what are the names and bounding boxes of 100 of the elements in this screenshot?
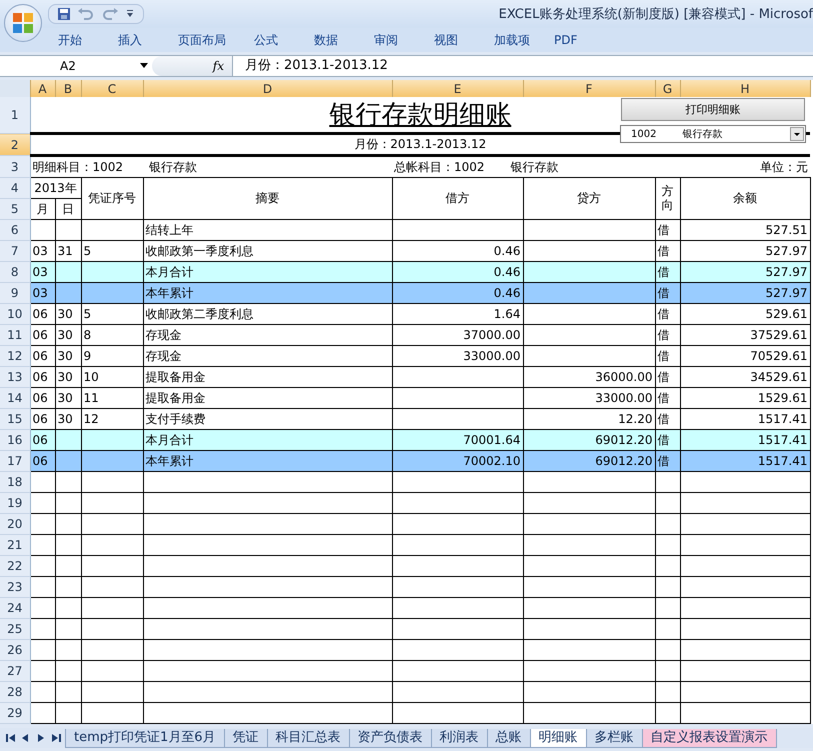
insert-function-button[interactable]: fx [212,59,224,73]
table-cell: 0.46 [494,265,520,279]
table-cell: 06 [32,391,48,405]
table-cell: 06 [32,412,48,426]
table-cell: 70001.64 [463,433,520,447]
general-account-label: 总帐科目：1002 [394,160,485,174]
column-header[interactable]: G [655,80,680,97]
row-header[interactable]: 4 [0,178,30,198]
formula-field[interactable]: 月份：2013.1-2013.12 [232,56,813,76]
row-header[interactable]: 9 [0,282,30,304]
column-header[interactable]: E [392,80,523,97]
header-cell: 摘要 [143,178,392,220]
row-header[interactable]: 13 [0,366,30,388]
ribbon-tab[interactable]: 插入 [118,32,178,48]
row-header[interactable]: 6 [0,220,30,240]
table-cell: 70002.10 [463,454,520,468]
sheet-tab[interactable]: temp打印凭证1月至6月 [65,728,225,748]
row-header[interactable]: 2 [0,134,30,156]
column-header[interactable]: F [523,80,655,97]
sheet-tab[interactable]: 科目汇总表 [266,728,350,748]
row-header[interactable]: 22 [0,556,30,576]
table-cell: 31 [58,244,73,258]
row-header[interactable]: 1 [0,97,30,134]
name-box[interactable]: A2 [0,56,152,76]
row-header[interactable]: 25 [0,618,30,640]
table-cell: 借 [658,286,670,300]
row-header[interactable]: 5 [0,198,30,220]
row-header[interactable]: 20 [0,514,30,534]
table-cell: 527.97 [766,244,808,258]
account-dropdown[interactable]: 1002 银行存款 [620,125,806,143]
ribbon-tab[interactable]: 页面布局 [178,32,254,48]
row-header[interactable]: 23 [0,576,30,598]
column-header[interactable]: C [81,80,143,97]
row-header[interactable]: 10 [0,304,30,324]
row-header[interactable]: 26 [0,640,30,660]
ribbon-tab[interactable]: 视图 [434,32,494,48]
row-header[interactable]: 16 [0,430,30,450]
row-header[interactable]: 21 [0,534,30,556]
table-cell: 9 [84,349,92,363]
table-cell: 5 [84,244,92,258]
table-cell: 10 [84,370,99,384]
row-header[interactable]: 11 [0,324,30,346]
row-header[interactable]: 18 [0,472,30,492]
save-icon[interactable] [57,7,71,21]
sheet-tab[interactable]: 总账 [486,728,531,748]
row-header[interactable]: 17 [0,450,30,472]
table-cell: 33000.00 [595,391,652,405]
row-header[interactable]: 24 [0,598,30,618]
row-header[interactable]: 28 [0,682,30,702]
header-cell: 余额 [680,178,810,220]
table-cell: 提取备用金 [146,390,206,404]
sheet-tab[interactable]: 明细账 [530,728,587,748]
table-cell: 1517.41 [758,433,808,447]
table-cell: 69012.20 [595,433,652,447]
ribbon-tab[interactable]: 数据 [314,32,374,48]
sheet-tab[interactable]: 自定义报表设置演示 [642,728,777,748]
row-header[interactable]: 15 [0,408,30,430]
column-header[interactable]: D [143,80,392,97]
column-header[interactable]: B [55,80,81,97]
detail-account-label: 明细科目：1002 [32,160,124,174]
ribbon-tab[interactable]: 公式 [254,32,314,48]
ribbon-tab[interactable]: 加载项 [494,32,554,48]
table-cell: 12.20 [618,412,652,426]
column-header[interactable]: H [680,80,810,97]
row-header[interactable]: 8 [0,262,30,282]
table-cell: 收邮政第一季度利息 [146,244,254,258]
table-cell: 06 [32,370,48,384]
ribbon-tab[interactable]: PDF [554,33,614,47]
row-header[interactable]: 7 [0,240,30,262]
sheet-tab[interactable]: 资产负债表 [348,728,432,748]
header-cell: 借方 [392,178,523,220]
sheet-tab[interactable]: 多栏账 [586,728,643,748]
ribbon-tab[interactable]: 开始 [58,32,118,48]
table-cell: 69012.20 [595,454,652,468]
row-header[interactable]: 27 [0,660,30,682]
table-cell: 借 [658,264,670,278]
row-header[interactable]: 12 [0,346,30,366]
row-header[interactable]: 3 [0,156,30,178]
sheet-tab[interactable]: 凭证 [224,728,268,748]
table-cell: 30 [58,370,73,384]
dropdown-caret-icon [790,127,804,141]
sheet-tab[interactable]: 利润表 [430,728,488,748]
ribbon-tab[interactable]: 审阅 [374,32,434,48]
row-header[interactable]: 19 [0,492,30,514]
table-cell: 06 [32,454,48,468]
print-button[interactable]: 打印明细账 [621,98,805,121]
table-cell: 06 [32,307,48,321]
table-cell: 8 [84,328,92,342]
table-cell: 30 [58,391,73,405]
table-cell: 527.51 [766,223,808,237]
column-header[interactable]: A [30,80,55,97]
table-cell: 37000.00 [463,328,520,342]
table-cell: 存现金 [146,328,182,342]
row-header[interactable]: 29 [0,702,30,724]
office-button[interactable] [4,4,42,42]
table-cell: 借 [658,370,670,384]
table-cell: 06 [32,349,48,363]
row-header[interactable]: 14 [0,388,30,408]
general-account-name: 银行存款 [510,160,559,174]
table-cell: 34529.61 [750,370,808,384]
